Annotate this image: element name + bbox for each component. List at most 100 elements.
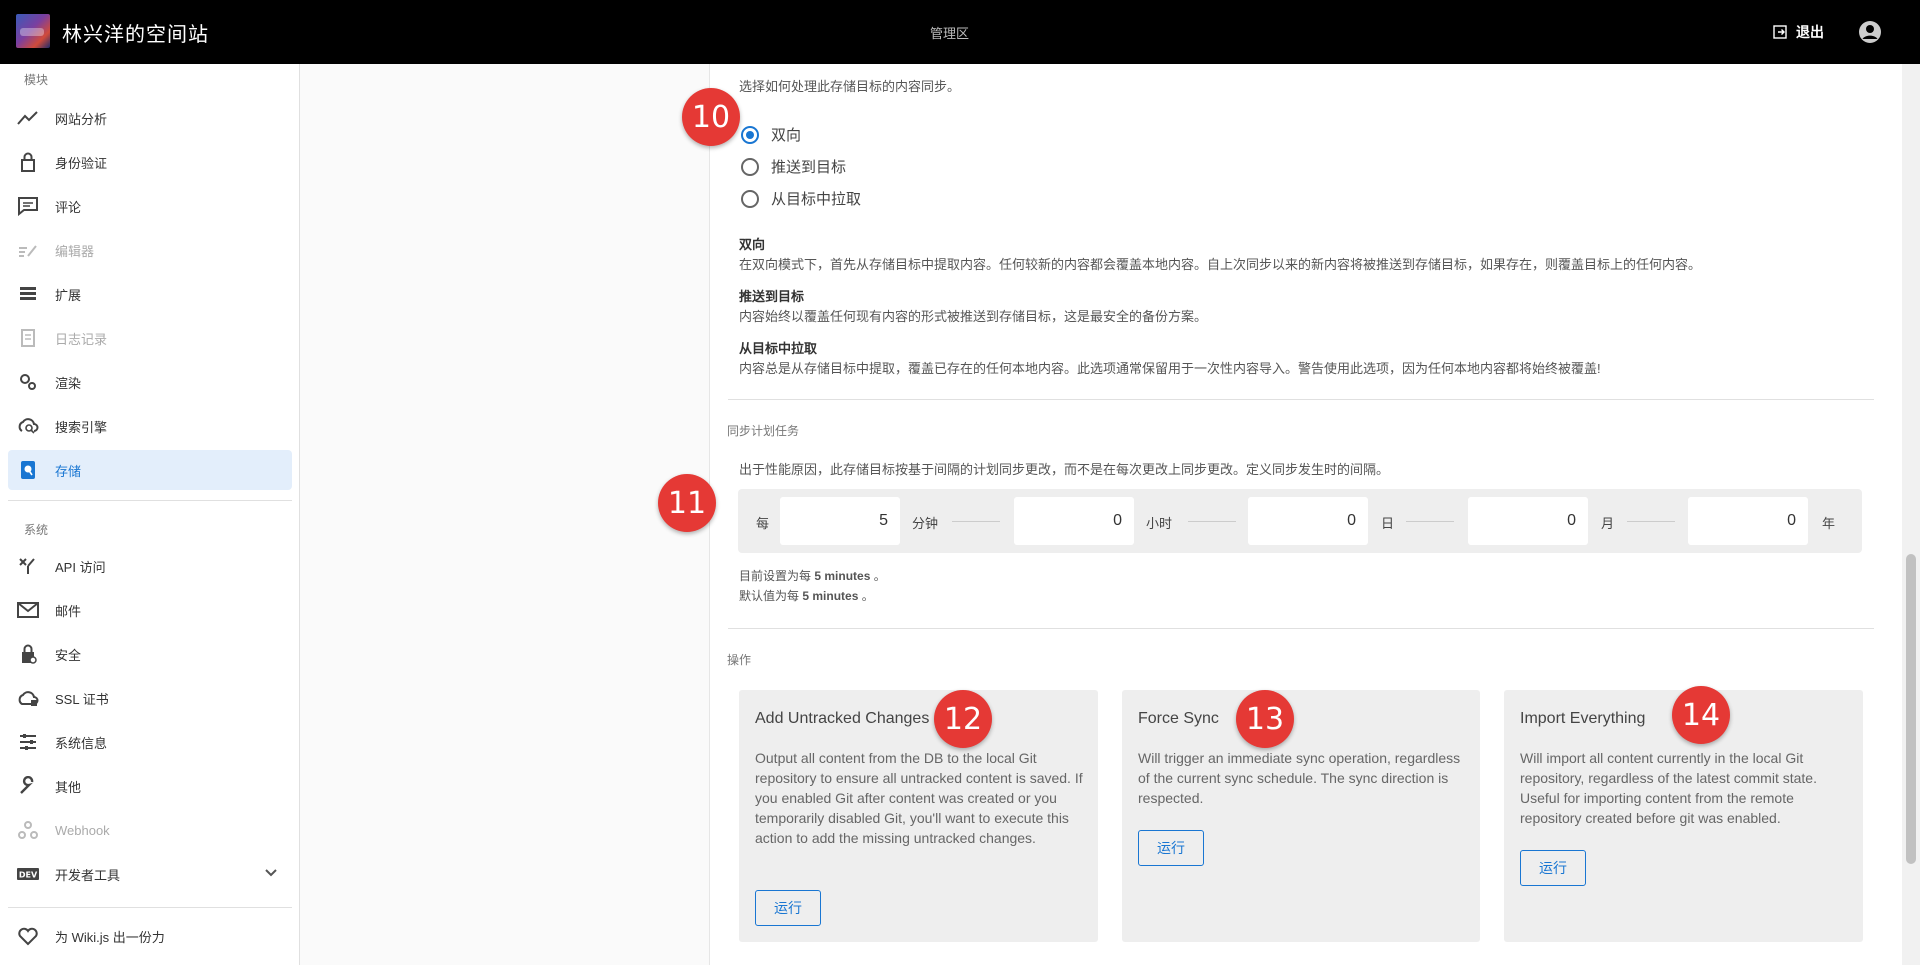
logout-button[interactable]: 退出 — [1772, 22, 1824, 42]
run-add-untracked-button[interactable]: 运行 — [755, 890, 821, 926]
current-suffix: 。 — [873, 569, 886, 583]
card-description: Will import all content currently in the… — [1520, 750, 1817, 826]
sidebar-item-api[interactable]: API 访问 — [8, 546, 292, 586]
current-interval-text: 目前设置为每 5 minutes 。 — [739, 567, 886, 584]
current-value: 5 minutes — [814, 569, 871, 583]
section-divider — [728, 399, 1874, 400]
wrench-icon — [20, 776, 34, 794]
sidebar-divider — [8, 907, 292, 908]
system-section-label: 系统 — [24, 523, 49, 537]
months-input[interactable]: 0 — [1468, 497, 1588, 545]
storage-icon — [21, 461, 35, 479]
annotation-badge: 12 — [934, 690, 992, 748]
radio-bidirectional[interactable]: 双向 — [741, 124, 801, 145]
logout-label: 退出 — [1796, 24, 1824, 40]
sidebar-item-ssl[interactable]: SSL 证书 — [8, 678, 292, 718]
run-force-sync-button[interactable]: 运行 — [1138, 830, 1204, 866]
radio-label: 推送到目标 — [771, 159, 847, 176]
actions-section-label: 操作 — [727, 653, 752, 667]
sidebar-item-label: 开发者工具 — [55, 867, 121, 883]
editor-icon — [19, 245, 37, 257]
schedule-section-label: 同步计划任务 — [727, 424, 800, 438]
scrollbar[interactable] — [1902, 64, 1920, 965]
days-input[interactable]: 0 — [1248, 497, 1368, 545]
sidebar-item-label: 扩展 — [55, 287, 82, 303]
sidebar-item-editor[interactable]: 编辑器 — [8, 230, 292, 270]
sidebar-item-label: Webhook — [55, 822, 110, 838]
sidebar-item-label: 评论 — [55, 199, 82, 215]
annotation-badge: 13 — [1236, 690, 1294, 748]
card-title: Force Sync — [1138, 710, 1219, 727]
sidebar-item-other[interactable]: 其他 — [8, 766, 292, 806]
sidebar-divider — [8, 500, 292, 501]
years-unit-label: 年 — [1822, 516, 1836, 531]
annotation-badge: 11 — [658, 474, 716, 532]
sidebar-item-dev-tools[interactable]: DEV 开发者工具 — [8, 854, 292, 894]
contribute-link[interactable]: 为 Wiki.js 出一份力 — [8, 916, 292, 956]
security-lock-icon — [22, 644, 37, 664]
annotation-badge: 14 — [1672, 686, 1730, 744]
hours-unit-label: 小时 — [1146, 516, 1173, 531]
minutes-unit-label: 分钟 — [912, 516, 939, 531]
desc-text-pull: 内容总是从存储目标中提取，覆盖已存在的任何本地内容。此选项通常保留用于一次性内容… — [739, 361, 1601, 376]
radio-label: 从目标中拉取 — [771, 191, 862, 208]
top-app-bar: 林兴洋的空间站 管理区 退出 — [0, 0, 1920, 64]
cloud-search-icon — [18, 418, 39, 434]
interval-separator — [952, 521, 1000, 522]
radio-pull-from-target[interactable]: 从目标中拉取 — [741, 188, 861, 209]
card-title: Import Everything — [1520, 710, 1646, 727]
years-input[interactable]: 0 — [1688, 497, 1808, 545]
logout-icon — [1773, 25, 1787, 39]
days-unit-label: 日 — [1381, 516, 1395, 531]
sidebar-item-logging[interactable]: 日志记录 — [8, 318, 292, 358]
hours-input[interactable]: 0 — [1014, 497, 1134, 545]
schedule-hint: 出于性能原因，此存储目标按基于间隔的计划同步更改，而不是在每次更改上同步更改。定… — [739, 462, 1390, 477]
radio-button[interactable] — [741, 125, 759, 144]
radio-button[interactable] — [741, 189, 759, 208]
sidebar-item-mail[interactable]: 邮件 — [8, 590, 292, 630]
tune-icon — [20, 734, 36, 750]
modules-section-label: 模块 — [24, 73, 49, 87]
sidebar-item-label: 安全 — [55, 647, 82, 663]
contribute-label: 为 Wiki.js 出一份力 — [55, 929, 165, 945]
sidebar-item-label: 存储 — [55, 463, 82, 479]
run-import-everything-button[interactable]: 运行 — [1520, 850, 1586, 886]
sidebar-item-rendering[interactable]: 渲染 — [8, 362, 292, 402]
content-gutter — [300, 64, 710, 965]
radio-button[interactable] — [741, 157, 759, 176]
radio-push-to-target[interactable]: 推送到目标 — [741, 156, 846, 177]
sidebar-item-comments[interactable]: 评论 — [8, 186, 292, 226]
sidebar-item-extensions[interactable]: 扩展 — [8, 274, 292, 314]
sidebar-item-webhook[interactable]: Webhook — [8, 810, 292, 850]
radio-label: 双向 — [771, 127, 802, 144]
sidebar-item-analytics[interactable]: 网站分析 — [8, 98, 292, 138]
scrollbar-thumb[interactable] — [1906, 554, 1916, 864]
sidebar-item-search[interactable]: 搜索引擎 — [8, 406, 292, 446]
sidebar-item-label: 系统信息 — [55, 735, 108, 751]
sidebar-item-label: 网站分析 — [55, 111, 108, 127]
sync-direction-hint: 选择如何处理此存储目标的内容同步。 — [739, 79, 961, 94]
webhook-icon — [18, 821, 38, 839]
default-suffix: 。 — [861, 589, 874, 603]
months-unit-label: 月 — [1601, 516, 1615, 531]
site-title[interactable]: 林兴洋的空间站 — [62, 18, 209, 47]
sidebar-item-label: 日志记录 — [55, 331, 108, 347]
sidebar-item-label: 编辑器 — [55, 243, 95, 259]
section-divider — [728, 628, 1874, 629]
minutes-input[interactable]: 5 — [780, 497, 900, 545]
interval-separator — [1406, 521, 1454, 522]
extension-icon — [20, 287, 36, 300]
account-circle-icon[interactable] — [1858, 20, 1882, 44]
sidebar-item-auth[interactable]: 身份验证 — [8, 142, 292, 182]
sidebar-item-storage[interactable]: 存储 — [8, 450, 292, 490]
sidebar-item-system-info[interactable]: 系统信息 — [8, 722, 292, 762]
heart-icon — [18, 927, 38, 946]
sidebar-item-security[interactable]: 安全 — [8, 634, 292, 674]
site-logo[interactable] — [16, 14, 50, 48]
interval-picker: 每 5 分钟 0 小时 0 日 0 月 0 年 — [738, 489, 1862, 553]
desc-title-pull: 从目标中拉取 — [739, 341, 818, 356]
default-prefix: 默认值为每 — [739, 589, 800, 603]
chevron-down-icon — [265, 869, 277, 877]
api-icon — [19, 558, 35, 574]
desc-title-push: 推送到目标 — [739, 289, 805, 304]
